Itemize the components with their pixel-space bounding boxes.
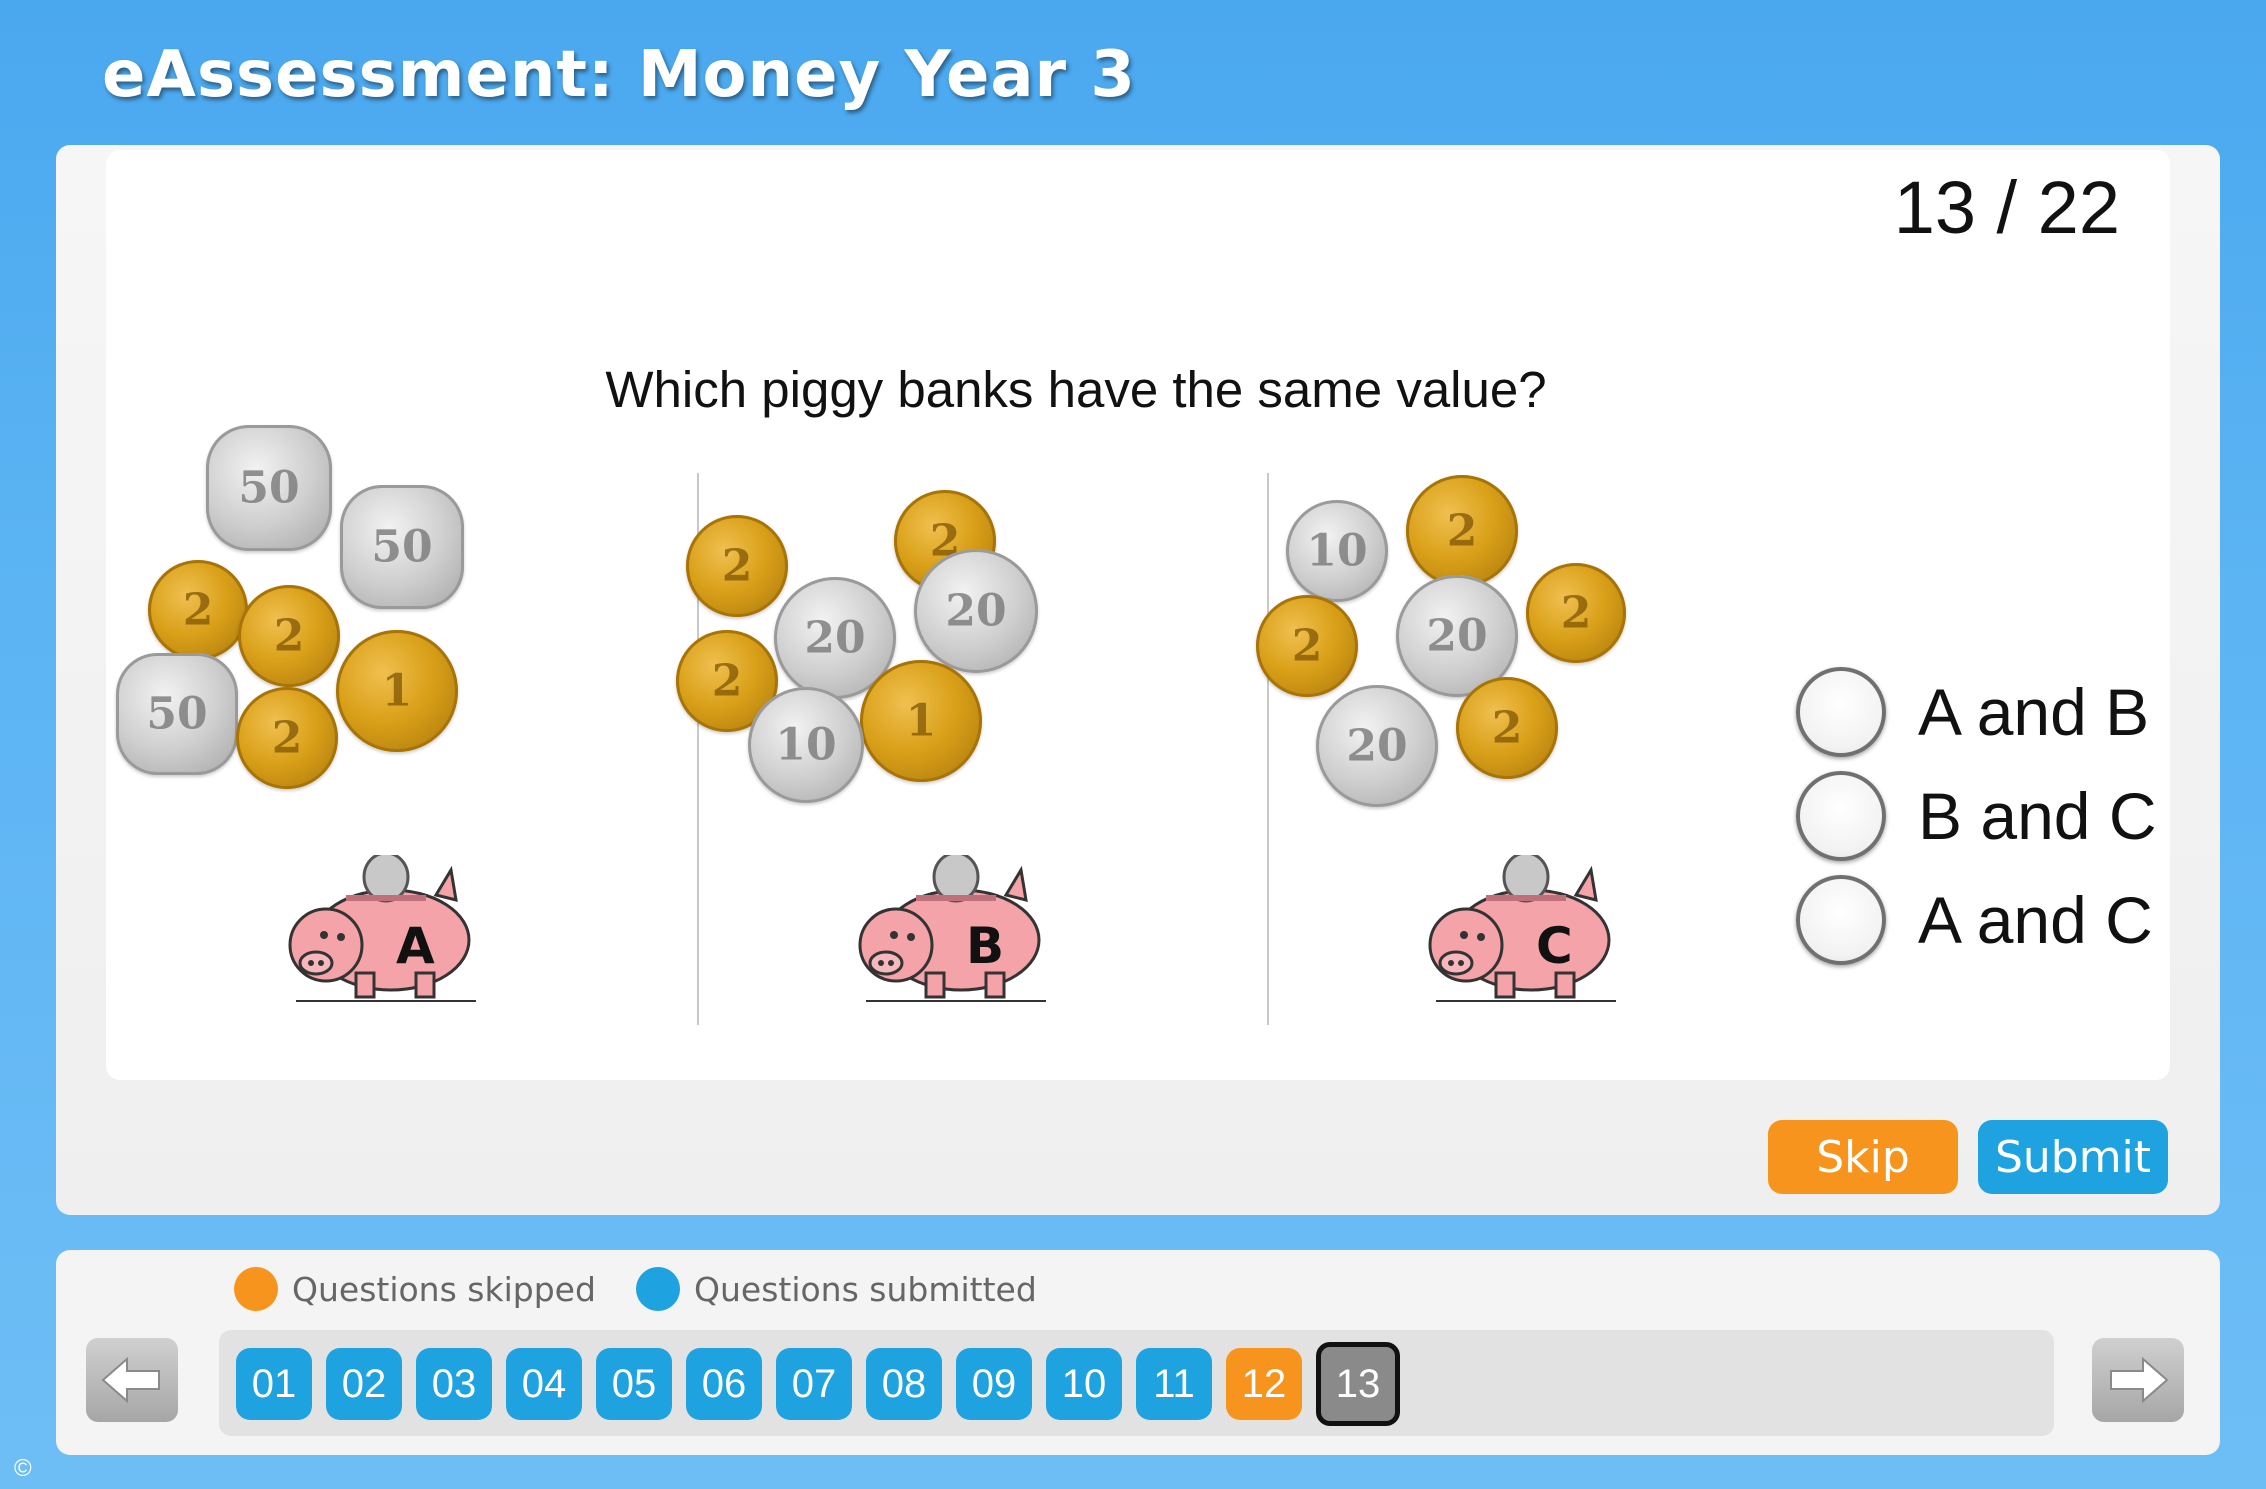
silver-coin-50: 50 (206, 425, 332, 551)
right-arrow-icon (2110, 1357, 2169, 1403)
radio-button[interactable] (1796, 771, 1886, 861)
coin-value-label: 50 (238, 462, 300, 514)
legend-submitted-label: Questions submitted (694, 1269, 1037, 1309)
coin-value-label: 2 (182, 584, 214, 636)
question-button-07[interactable]: 07 (776, 1348, 852, 1420)
legend-skipped-label: Questions skipped (292, 1269, 596, 1309)
legend-skipped: Questions skipped (234, 1267, 596, 1311)
piggy-bank-a: 50 50 2 2 1 50 2 A (116, 425, 656, 1045)
radio-button[interactable] (1796, 875, 1886, 965)
legend-submitted: Questions submitted (636, 1267, 1037, 1311)
silver-coin-10: 10 (748, 687, 864, 803)
option-label: A and B (1918, 675, 2150, 749)
silver-coin-50: 50 (340, 485, 464, 609)
gold-coin-2: 2 (238, 585, 340, 687)
coin-value-label: 1 (905, 695, 937, 747)
gold-coin-2: 2 (1456, 677, 1558, 779)
skip-button[interactable]: Skip (1768, 1120, 1958, 1194)
coin-value-label: 10 (1306, 525, 1368, 577)
option-label: B and C (1918, 779, 2157, 853)
gold-coin-2: 2 (1256, 595, 1358, 697)
gold-coin-2: 2 (236, 687, 338, 789)
piggy-bank-label: A (396, 917, 435, 975)
question-text: Which piggy banks have the same value? (605, 361, 1547, 418)
piggy-bank-c: 2 10 20 2 2 20 2 C (1256, 425, 1796, 1045)
option-a-and-b[interactable]: A and B (1796, 660, 2156, 764)
coin-value-label: 2 (271, 712, 303, 764)
copyright-icon: © (14, 1455, 32, 1482)
coin-value-label: 20 (1346, 720, 1408, 772)
question-button-04[interactable]: 04 (506, 1348, 582, 1420)
left-arrow-icon (101, 1357, 160, 1403)
coin-value-label: 50 (146, 688, 208, 740)
gold-coin-1: 1 (860, 660, 982, 782)
coin-value-label: 2 (1446, 505, 1478, 557)
question-navigator: Questions skipped Questions submitted 01… (56, 1250, 2220, 1455)
question-button-02[interactable]: 02 (326, 1348, 402, 1420)
question-button-10[interactable]: 10 (1046, 1348, 1122, 1420)
coin-value-label: 2 (721, 540, 753, 592)
coin-value-label: 2 (273, 610, 305, 662)
question-button-03[interactable]: 03 (416, 1348, 492, 1420)
gold-coin-1: 1 (336, 630, 458, 752)
question-button-01[interactable]: 01 (236, 1348, 312, 1420)
question-panel: 13 / 22 Which piggy banks have the same … (56, 145, 2220, 1215)
coin-value-label: 20 (1426, 610, 1488, 662)
question-area: 13 / 22 Which piggy banks have the same … (106, 150, 2170, 1080)
question-button-12[interactable]: 12 (1226, 1348, 1302, 1420)
submit-button[interactable]: Submit (1978, 1120, 2168, 1194)
silver-coin-50: 50 (116, 653, 238, 775)
coin-value-label: 50 (371, 521, 433, 573)
silver-coin-20: 20 (914, 549, 1038, 673)
coin-value-label: 1 (381, 665, 413, 717)
gold-coin-2: 2 (148, 560, 248, 660)
question-button-08[interactable]: 08 (866, 1348, 942, 1420)
piggy-bank-icon: B (856, 851, 1046, 1005)
question-button-11[interactable]: 11 (1136, 1348, 1212, 1420)
silver-coin-20: 20 (1316, 685, 1438, 807)
coin-value-label: 10 (775, 719, 837, 771)
option-b-and-c[interactable]: B and C (1796, 764, 2156, 868)
coin-value-label: 2 (1560, 587, 1592, 639)
question-button-06[interactable]: 06 (686, 1348, 762, 1420)
coin-value-label: 2 (1291, 620, 1323, 672)
submitted-dot-icon (636, 1267, 680, 1311)
option-label: A and C (1918, 883, 2153, 957)
answer-options: A and B B and C A and C (1796, 660, 2156, 972)
option-a-and-c[interactable]: A and C (1796, 868, 2156, 972)
coin-value-label: 20 (804, 612, 866, 664)
silver-coin-10: 10 (1286, 500, 1388, 602)
piggy-bank-b: 2 2 20 20 2 1 10 B (676, 425, 1226, 1045)
question-button-13[interactable]: 13 (1316, 1342, 1400, 1426)
piggy-bank-icon: C (1426, 851, 1616, 1005)
app-title: eAssessment: Money Year 3 (102, 38, 1136, 112)
radio-button[interactable] (1796, 667, 1886, 757)
question-button-05[interactable]: 05 (596, 1348, 672, 1420)
next-button[interactable] (2092, 1338, 2184, 1422)
skipped-dot-icon (234, 1267, 278, 1311)
gold-coin-2: 2 (1406, 475, 1518, 587)
piggy-bank-icon: A (286, 851, 476, 1005)
gold-coin-2: 2 (686, 515, 788, 617)
piggy-bank-label: C (1536, 917, 1573, 975)
gold-coin-2: 2 (1526, 563, 1626, 663)
coin-value-label: 2 (1491, 702, 1523, 754)
question-button-09[interactable]: 09 (956, 1348, 1032, 1420)
coin-value-label: 2 (711, 655, 743, 707)
coin-value-label: 20 (945, 585, 1007, 637)
piggy-bank-label: B (966, 917, 1005, 975)
question-counter: 13 / 22 (1893, 166, 2120, 249)
previous-button[interactable] (86, 1338, 178, 1422)
